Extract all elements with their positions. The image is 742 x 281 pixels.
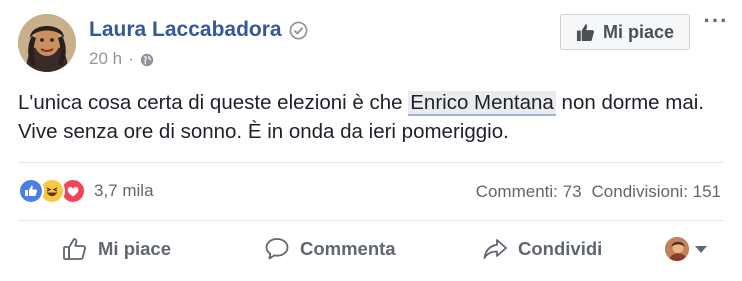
author-avatar[interactable] bbox=[18, 14, 76, 72]
like-page-label: Mi piace bbox=[602, 21, 675, 42]
thumbs-up-outline-icon bbox=[63, 238, 86, 260]
like-page-button[interactable]: Mi piace bbox=[560, 14, 690, 50]
like-icon bbox=[18, 178, 44, 204]
reactions-summary[interactable]: 3,7 mila bbox=[18, 178, 154, 204]
engagement-counts: Commenti: 73 Condivisioni: 151 bbox=[476, 182, 721, 202]
globe-icon[interactable] bbox=[140, 52, 154, 67]
post-card: Laura Laccabadora 20 h · Mi piace ··· L'… bbox=[0, 0, 742, 281]
post-text-before: L'unica cosa certa di queste elezioni è … bbox=[18, 91, 409, 114]
more-options-icon[interactable]: ··· bbox=[702, 10, 730, 36]
action-bar: Mi piace Commenta Condividi bbox=[0, 228, 742, 270]
share-label: Condividi bbox=[518, 238, 603, 259]
comment-icon bbox=[265, 238, 289, 260]
divider bbox=[18, 162, 724, 163]
user-avatar bbox=[665, 237, 689, 261]
share-arrow-icon bbox=[483, 239, 507, 259]
avatar-illustration bbox=[18, 14, 76, 72]
audience-selector[interactable] bbox=[665, 228, 707, 270]
comments-count[interactable]: Commenti: 73 bbox=[476, 182, 582, 202]
post-timestamp[interactable]: 20 h bbox=[89, 49, 122, 69]
chevron-down-icon bbox=[695, 245, 707, 253]
post-meta: 20 h · bbox=[89, 49, 154, 69]
comment-button[interactable]: Commenta bbox=[264, 228, 396, 270]
like-button[interactable]: Mi piace bbox=[62, 228, 171, 270]
comment-label: Commenta bbox=[300, 238, 396, 259]
post-text: L'unica cosa certa di queste elezioni è … bbox=[18, 88, 718, 146]
author-name[interactable]: Laura Laccabadora bbox=[89, 18, 282, 42]
shares-count[interactable]: Condivisioni: 151 bbox=[592, 182, 721, 202]
mention-link[interactable]: Enrico Mentana bbox=[408, 91, 556, 116]
divider bbox=[18, 220, 724, 221]
thumbs-up-icon bbox=[576, 23, 594, 41]
like-label: Mi piace bbox=[98, 238, 171, 259]
reactions-count[interactable]: 3,7 mila bbox=[94, 181, 154, 201]
share-button[interactable]: Condividi bbox=[482, 228, 602, 270]
meta-separator: · bbox=[128, 49, 134, 68]
author-name-row: Laura Laccabadora bbox=[89, 18, 308, 42]
verified-icon bbox=[289, 21, 308, 40]
